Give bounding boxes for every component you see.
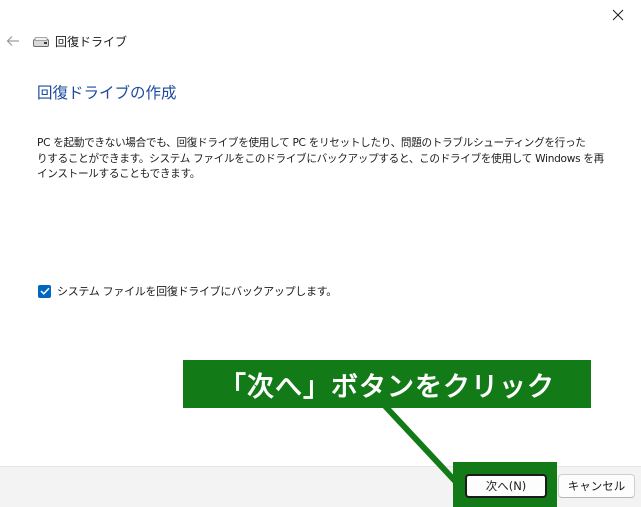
description-line: PC を起動できない場合でも、回復ドライブを使用して PC をリセットしたり、問… [37, 137, 586, 149]
drive-icon [33, 36, 49, 47]
cancel-button[interactable]: キャンセル [558, 474, 635, 498]
backup-checkbox-label[interactable]: システム ファイルを回復ドライブにバックアップします。 [57, 283, 337, 299]
recovery-drive-window: 回復ドライブ 回復ドライブの作成 PC を起動できない場合でも、回復ドライブを使… [0, 0, 641, 507]
window-title: 回復ドライブ [55, 35, 128, 49]
annotation-pointer [382, 403, 459, 485]
page-heading: 回復ドライブの作成 [37, 84, 177, 102]
description-text: PC を起動できない場合でも、回復ドライブを使用して PC をリセットしたり、問… [37, 136, 604, 183]
description-line: インストールすることもできます。 [37, 168, 201, 180]
back-arrow-icon [6, 36, 19, 46]
description-line: りすることができます。システム ファイルをこのドライブにバックアップすると、この… [37, 152, 604, 165]
annotation-callout: 「次へ」ボタンをクリック [183, 360, 591, 408]
back-button[interactable] [4, 32, 22, 50]
next-button[interactable]: 次へ(N) [465, 474, 547, 498]
checkmark-icon [39, 287, 50, 295]
close-icon [612, 9, 624, 21]
title-bar: 回復ドライブ [33, 33, 127, 50]
backup-checkbox[interactable] [38, 284, 51, 298]
backup-system-files-option[interactable]: システム ファイルを回復ドライブにバックアップします。 [38, 283, 337, 299]
close-button[interactable] [595, 0, 641, 30]
